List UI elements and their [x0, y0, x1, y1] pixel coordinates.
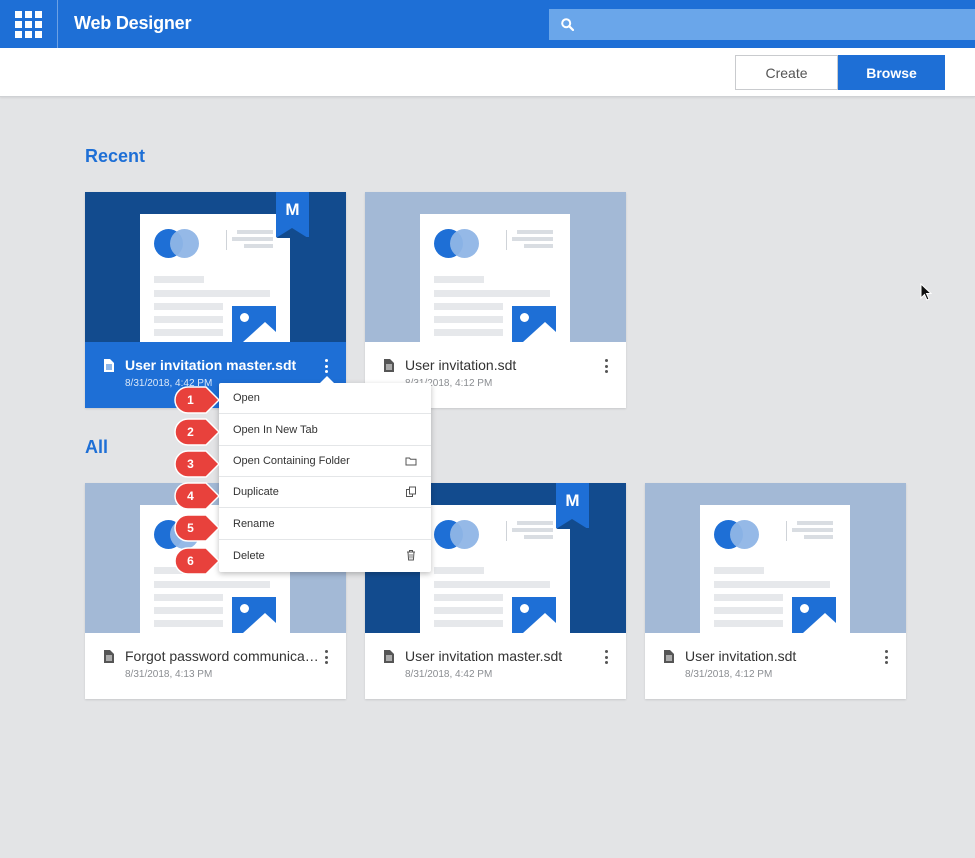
recent-heading: Recent — [85, 146, 146, 166]
menu-item-label: Rename — [233, 518, 275, 530]
file-icon — [384, 359, 394, 372]
image-icon — [232, 597, 276, 633]
more-options-icon[interactable] — [602, 650, 610, 664]
menu-item-rename[interactable]: Rename — [219, 509, 431, 540]
card-name: User invitation master.sdt — [405, 648, 563, 664]
all-card[interactable]: User invitation.sdt 8/31/2018, 4:12 PM — [645, 483, 906, 699]
search-bar[interactable] — [549, 9, 975, 40]
more-options-icon[interactable] — [322, 359, 330, 373]
image-icon — [512, 306, 556, 342]
step-marker-4: 4 — [174, 482, 220, 510]
recent-card[interactable]: User invitation.sdt 8/31/2018, 4:12 PM — [365, 192, 626, 408]
folder-icon — [405, 457, 417, 466]
mouse-cursor-icon — [920, 283, 932, 301]
app-launcher-button[interactable] — [0, 0, 58, 48]
card-date: 8/31/2018, 4:13 PM — [125, 669, 213, 680]
recent-card[interactable]: M User invitation master.sdt 8/31/2018, … — [85, 192, 346, 408]
grid-icon — [15, 10, 42, 38]
context-menu: Open Open In New Tab Open Containing Fol… — [219, 376, 431, 572]
menu-item-label: Open — [233, 392, 260, 404]
card-date: 8/31/2018, 4:42 PM — [405, 669, 493, 680]
menu-item-open[interactable]: Open — [219, 383, 431, 414]
step-marker-6: 6 — [174, 547, 220, 575]
more-options-icon[interactable] — [602, 359, 610, 373]
menu-item-label: Duplicate — [233, 486, 279, 498]
search-input[interactable] — [582, 16, 975, 33]
view-switch: Create Browse — [735, 55, 945, 90]
card-thumbnail — [645, 483, 906, 633]
card-name: User invitation.sdt — [685, 648, 797, 664]
step-marker-5: 5 — [174, 514, 220, 542]
card-thumbnail: M — [85, 192, 346, 342]
menu-item-duplicate[interactable]: Duplicate — [219, 477, 431, 508]
menu-item-open-new-tab[interactable]: Open In New Tab — [219, 415, 431, 446]
card-date: 8/31/2018, 4:12 PM — [685, 669, 773, 680]
master-badge: M — [556, 483, 589, 529]
image-icon — [792, 597, 836, 633]
step-marker-1: 1 — [174, 386, 220, 414]
browse-button[interactable]: Browse — [838, 55, 945, 90]
search-icon — [561, 18, 574, 31]
create-button[interactable]: Create — [735, 55, 838, 90]
image-icon — [232, 306, 276, 342]
menu-item-label: Open In New Tab — [233, 424, 318, 436]
card-name: User invitation master.sdt — [125, 357, 297, 373]
menu-item-delete[interactable]: Delete — [219, 540, 431, 571]
card-name: User invitation.sdt — [405, 357, 517, 373]
card-thumbnail — [365, 192, 626, 342]
menu-item-label: Delete — [233, 549, 265, 562]
menu-item-open-containing-folder[interactable]: Open Containing Folder — [219, 446, 431, 477]
trash-icon — [407, 550, 415, 561]
duplicate-icon — [406, 486, 416, 497]
more-options-icon[interactable] — [322, 650, 330, 664]
file-icon — [104, 650, 114, 663]
menu-item-label: Open Containing Folder — [233, 455, 350, 467]
image-icon — [512, 597, 556, 633]
card-name: Forgot password communication.sdt — [125, 648, 320, 664]
step-marker-2: 2 — [174, 418, 220, 446]
app-title: Web Designer — [74, 13, 192, 33]
more-options-icon[interactable] — [882, 650, 890, 664]
view-toolbar: Create Browse — [0, 48, 975, 97]
master-badge: M — [276, 192, 309, 238]
all-heading: All — [85, 437, 109, 457]
file-icon — [104, 359, 114, 372]
file-icon — [664, 650, 674, 663]
top-bar: Web Designer — [0, 0, 975, 48]
file-icon — [384, 650, 394, 663]
step-marker-3: 3 — [174, 450, 220, 478]
